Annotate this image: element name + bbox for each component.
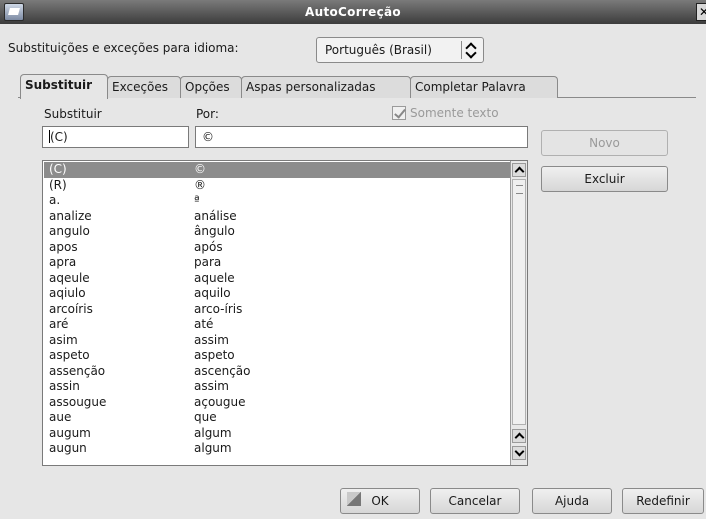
list-item-to: assim (194, 379, 229, 393)
list-item[interactable]: (R) ® (44, 178, 510, 194)
list-item-from: arcoíris (49, 301, 93, 316)
list-item-from: assin (49, 379, 80, 393)
reset-button-label: Redefinir (636, 494, 690, 508)
list-item-to: ® (194, 177, 206, 192)
replacement-list[interactable]: (C) © (R) ® a. ª analize análise angulo ângulo apo… (42, 160, 528, 466)
list-item-from: apra (49, 255, 77, 269)
language-select[interactable]: Português (Brasil) (316, 37, 484, 63)
cancel-button[interactable]: Cancelar (430, 488, 520, 514)
list-item-to: assim (194, 332, 229, 347)
delete-button-label: Excluir (584, 172, 625, 186)
list-item[interactable]: apra para (44, 255, 510, 271)
tab-aspas-personalizadas[interactable]: Aspas personalizadas (241, 76, 411, 98)
list-item-from: aqeule (49, 270, 90, 285)
list-item-from: apos (49, 239, 78, 254)
tab-opcoes[interactable]: Opções (180, 76, 242, 98)
list-item-from: aspeto (49, 348, 90, 362)
list-item-to: aspeto (194, 348, 235, 362)
list-item-to: © (194, 162, 206, 176)
list-item-to: açougue (194, 394, 246, 409)
list-item-to: aquilo (194, 286, 231, 300)
list-item-from: assougue (49, 394, 107, 409)
list-item-to: após (194, 239, 223, 254)
list-item[interactable]: apos após (44, 240, 510, 256)
replace-label: Substituir (44, 107, 102, 121)
list-item-to: análise (194, 208, 237, 223)
list-item-from: angulo (49, 224, 90, 238)
tab-substituir[interactable]: Substituir (20, 74, 108, 99)
list-item[interactable]: assenção ascenção (44, 364, 510, 380)
list-item-to: aquele (194, 270, 235, 285)
list-item[interactable]: aqeule aquele (44, 271, 510, 287)
replacement-rows: (C) © (R) ® a. ª analize análise angulo ângulo apo… (44, 162, 510, 457)
scroll-up-icon[interactable] (512, 429, 526, 443)
list-item-from: aue (49, 410, 72, 424)
with-label: Por: (196, 107, 219, 121)
list-item[interactable]: asim assim (44, 333, 510, 349)
spin-updown-icon[interactable] (461, 41, 479, 59)
list-item[interactable]: angulo ângulo (44, 224, 510, 240)
list-item[interactable]: aqiulo aquilo (44, 286, 510, 302)
list-item[interactable]: (C) © (44, 162, 510, 178)
reset-button[interactable]: Redefinir (622, 488, 704, 514)
list-item[interactable]: assougue açougue (44, 395, 510, 411)
list-item-from: (C) (49, 162, 67, 176)
window-title: AutoCorreção (305, 5, 401, 19)
list-item[interactable]: arcoíris arco-íris (44, 302, 510, 318)
list-item[interactable]: a. ª (44, 193, 510, 209)
list-item-from: aré (49, 317, 69, 331)
list-item[interactable]: aré até (44, 317, 510, 333)
help-button[interactable]: Ajuda (532, 488, 612, 514)
scroll-up-icon[interactable] (512, 163, 526, 177)
list-item-from: asim (49, 332, 78, 347)
list-item-to: para (194, 255, 222, 269)
tab-excecoes[interactable]: Exceções (107, 76, 181, 98)
scroll-down-icon[interactable] (512, 446, 526, 460)
list-item[interactable]: augun algum (44, 441, 510, 457)
replace-input[interactable]: (C) (42, 126, 189, 148)
list-item-from: augun (49, 441, 87, 455)
language-select-value: Português (Brasil) (325, 43, 432, 57)
list-item[interactable]: aspeto aspeto (44, 348, 510, 364)
scroll-thumb[interactable] (512, 179, 526, 425)
list-item[interactable]: augum algum (44, 426, 510, 442)
replace-input-value: (C) (50, 130, 68, 144)
with-input[interactable]: © (195, 126, 528, 148)
list-item-to: algum (194, 425, 232, 440)
list-item-from: a. (49, 193, 61, 207)
ok-button-label: OK (371, 494, 389, 508)
new-button-label: Novo (589, 136, 620, 150)
text-only-label: Somente texto (410, 106, 499, 120)
list-item-from: analize (49, 208, 92, 223)
with-input-value: © (202, 130, 214, 144)
list-item-to: arco-íris (194, 301, 243, 316)
text-only-checkbox[interactable]: Somente texto (392, 106, 499, 120)
list-item-to: ângulo (194, 224, 235, 238)
language-row: Substituições e exceções para idioma: Po… (8, 37, 698, 63)
delete-button[interactable]: Excluir (541, 166, 668, 192)
vertical-scrollbar[interactable] (510, 161, 527, 465)
close-button[interactable]: ✕ (696, 3, 706, 21)
list-item-from: aqiulo (49, 286, 86, 300)
ok-button[interactable]: OK (340, 488, 420, 514)
list-item-to: que (194, 410, 217, 424)
new-button[interactable]: Novo (541, 130, 668, 156)
ok-icon (347, 492, 361, 506)
list-item-to: ª (194, 193, 200, 207)
help-button-label: Ajuda (554, 494, 590, 508)
checkmark-icon (392, 106, 406, 120)
list-item-from: augum (49, 425, 91, 440)
language-label: Substituições e exceções para idioma: (8, 41, 239, 55)
list-item-to: algum (194, 441, 232, 455)
list-item-from: assenção (49, 363, 106, 378)
list-item[interactable]: aue que (44, 410, 510, 426)
list-item-from: (R) (49, 177, 67, 192)
list-item[interactable]: analize análise (44, 209, 510, 225)
list-item-to: ascenção (194, 363, 251, 378)
list-item[interactable]: assin assim (44, 379, 510, 395)
tab-completar-palavra[interactable]: Completar Palavra (410, 76, 558, 98)
title-bar: AutoCorreção ✕ (0, 0, 706, 24)
list-item-to: até (194, 317, 214, 331)
cancel-button-label: Cancelar (448, 494, 502, 508)
